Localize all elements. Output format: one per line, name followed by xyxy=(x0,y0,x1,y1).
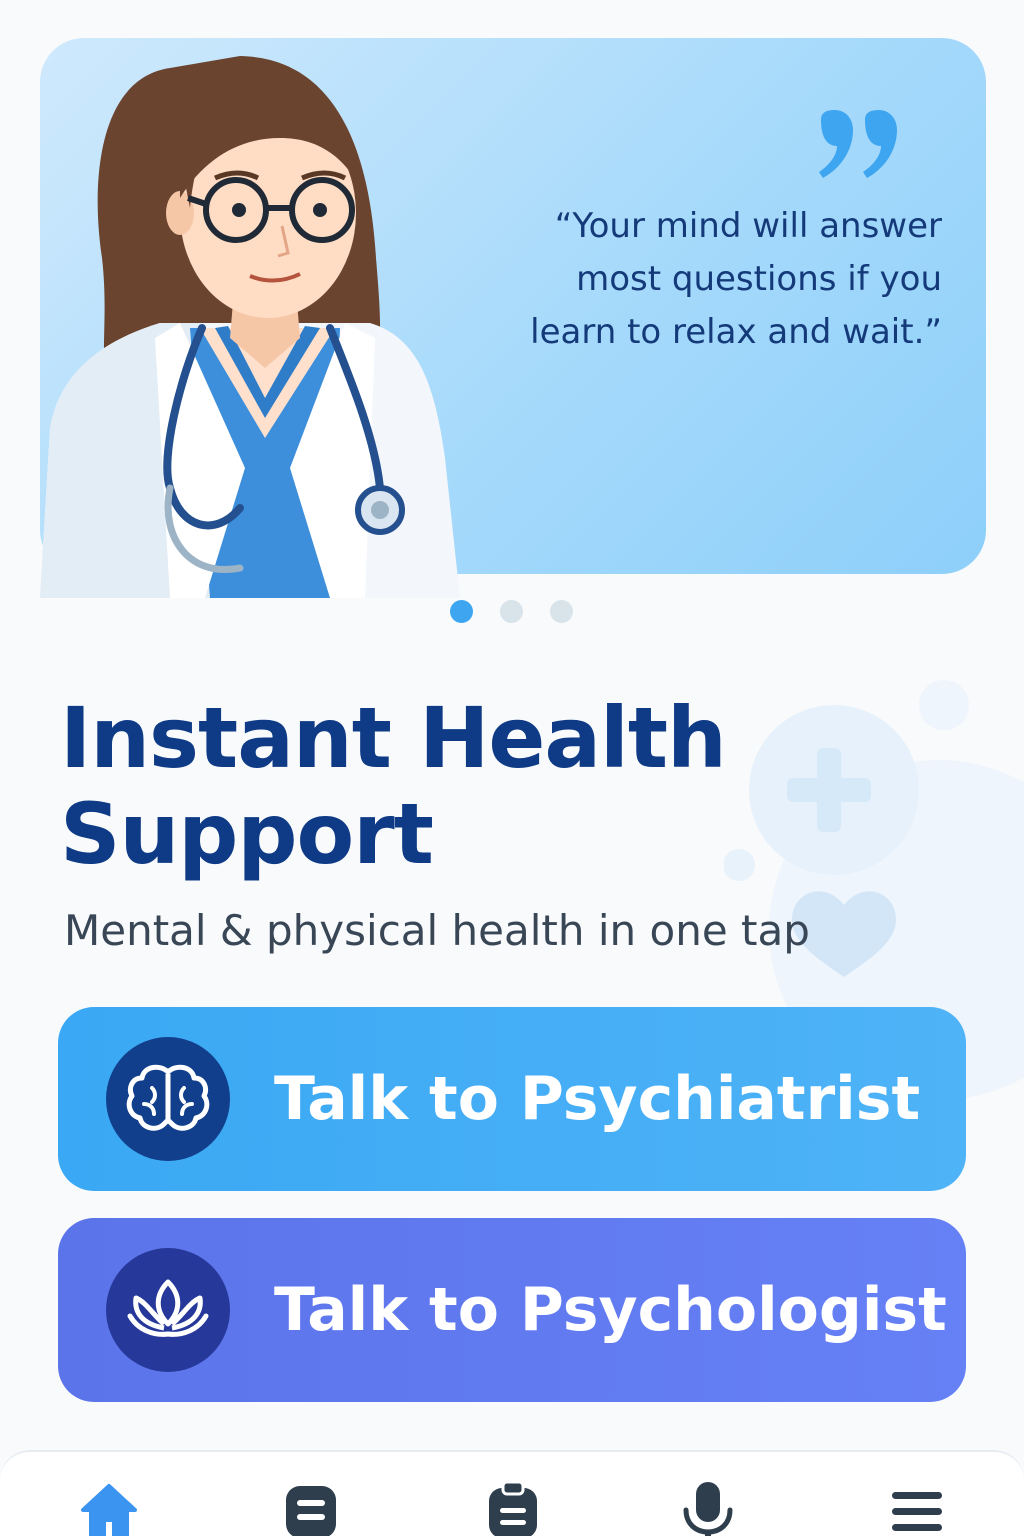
page-title: Instant Health Support xyxy=(60,689,727,883)
microphone-icon xyxy=(683,1482,733,1536)
carousel-indicator xyxy=(450,600,573,623)
lotus-icon xyxy=(106,1248,230,1372)
nav-clipboard[interactable] xyxy=(483,1482,543,1536)
clipboard-icon xyxy=(489,1482,537,1536)
menu-icon xyxy=(892,1492,942,1531)
talk-to-psychologist-label: Talk to Psychologist xyxy=(274,1275,947,1345)
home-icon xyxy=(81,1484,137,1536)
talk-to-psychiatrist-label: Talk to Psychiatrist xyxy=(274,1064,921,1134)
nav-voice[interactable] xyxy=(678,1482,738,1536)
brain-icon xyxy=(106,1037,230,1161)
carousel-dot-3[interactable] xyxy=(550,600,573,623)
nav-menu[interactable] xyxy=(887,1482,947,1536)
app-screen: “Your mind will answer most questions if… xyxy=(0,0,1024,1536)
carousel-dot-2[interactable] xyxy=(500,600,523,623)
nav-home[interactable] xyxy=(79,1482,139,1536)
hero-quote: “Your mind will answer most questions if… xyxy=(530,206,942,352)
hero-carousel-card[interactable]: “Your mind will answer most questions if… xyxy=(40,38,986,598)
carousel-dot-1[interactable] xyxy=(450,600,473,623)
records-icon xyxy=(286,1486,336,1536)
page-subtitle: Mental & physical health in one tap xyxy=(64,906,810,955)
bottom-navigation xyxy=(0,1450,1024,1536)
talk-to-psychiatrist-button[interactable]: Talk to Psychiatrist xyxy=(58,1007,966,1191)
nav-records[interactable] xyxy=(281,1482,341,1536)
quote-icon xyxy=(819,110,897,178)
talk-to-psychologist-button[interactable]: Talk to Psychologist xyxy=(58,1218,966,1402)
doctor-illustration xyxy=(40,56,460,598)
